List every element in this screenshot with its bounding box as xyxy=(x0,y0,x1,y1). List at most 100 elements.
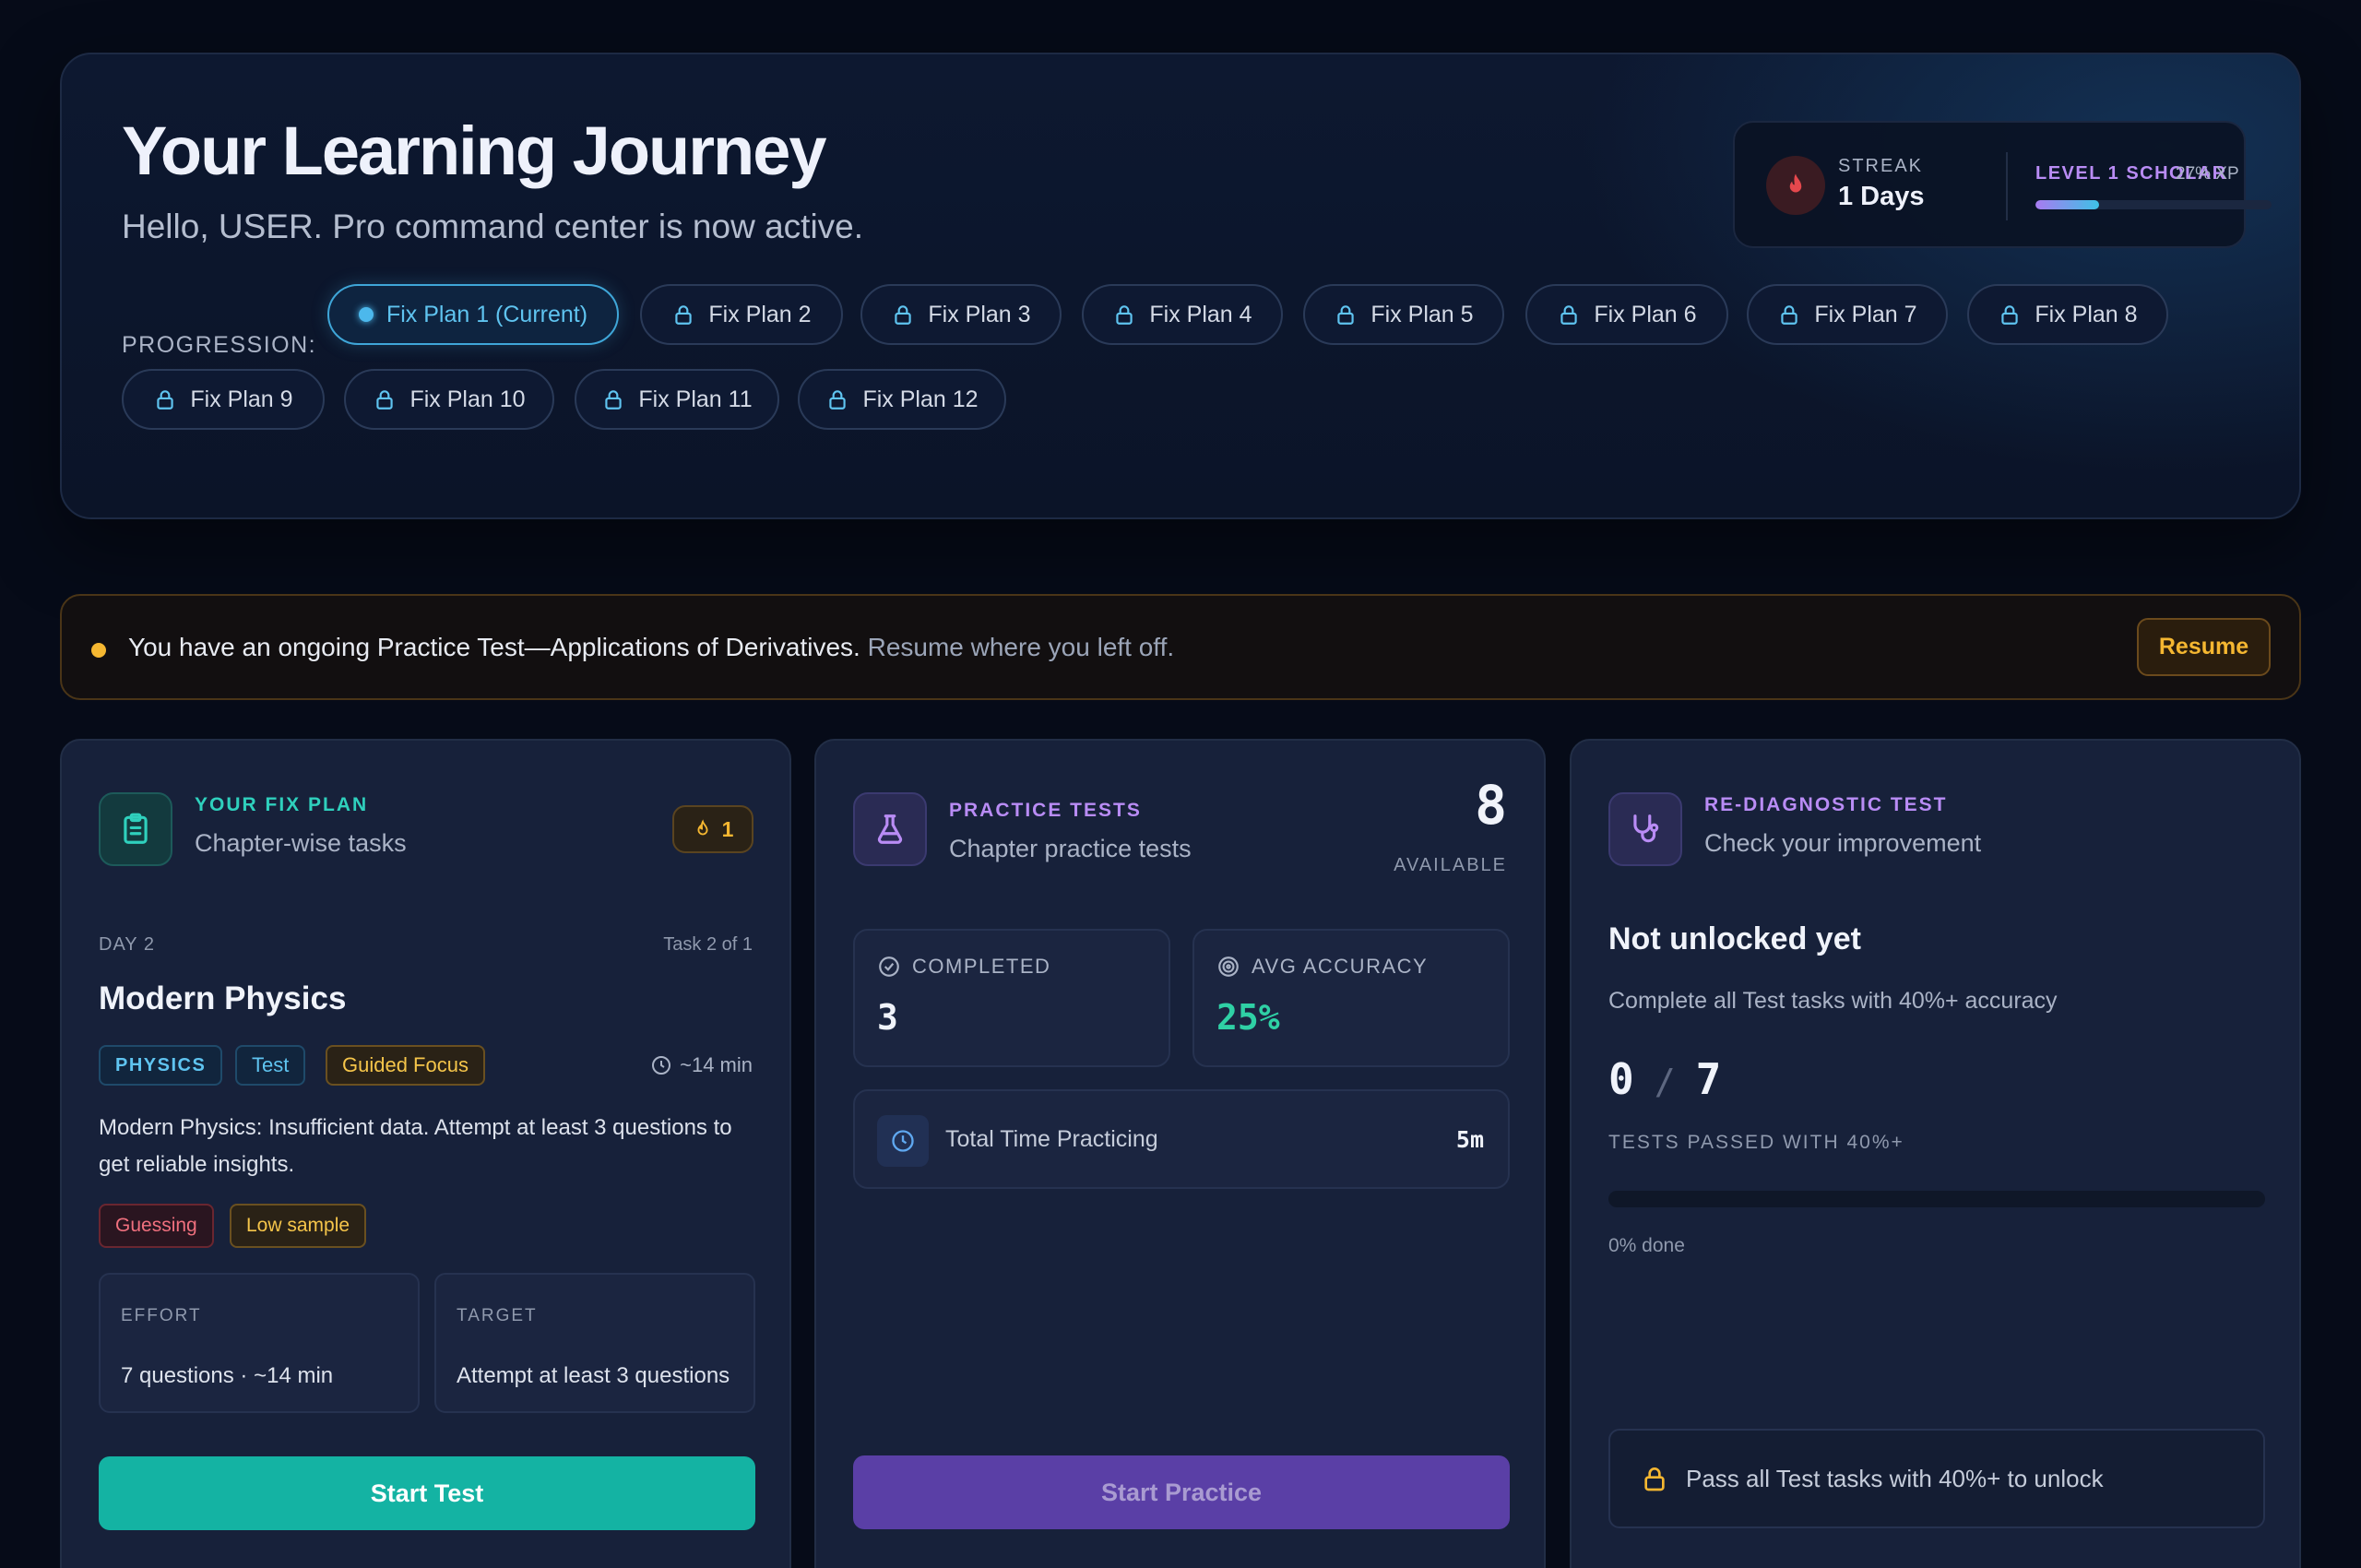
card-subtitle: Chapter-wise tasks xyxy=(195,829,407,857)
plan-pill-11[interactable]: Fix Plan 11 xyxy=(575,369,779,430)
accuracy-header: AVG ACCURACY xyxy=(1216,955,1428,979)
passed-label: TESTS PASSED WITH 40%+ xyxy=(1608,1132,1904,1153)
lock-icon xyxy=(601,387,625,411)
ongoing-test-banner: You have an ongoing Practice Test—Applic… xyxy=(60,594,2301,700)
effort-box: EFFORT 7 questions · ~14 min xyxy=(99,1273,420,1413)
status-subtitle: Complete all Test tasks with 40%+ accura… xyxy=(1608,988,2058,1014)
unlock-requirement: Pass all Test tasks with 40%+ to unlock xyxy=(1608,1429,2265,1528)
lock-icon xyxy=(1998,303,2022,327)
start-practice-button[interactable]: Start Practice xyxy=(853,1455,1510,1529)
time-value: 5m xyxy=(1455,1126,1484,1153)
lock-icon xyxy=(1334,303,1358,327)
start-test-button[interactable]: Start Test xyxy=(99,1456,755,1530)
badge-count-value: 1 xyxy=(721,816,734,841)
plan-pill-1[interactable]: Fix Plan 1 (Current) xyxy=(327,284,619,345)
streak-label: STREAK xyxy=(1838,156,1924,176)
hero-panel: Your Learning Journey Hello, USER. Pro c… xyxy=(60,53,2301,519)
card-subtitle: Chapter practice tests xyxy=(949,835,1192,862)
plan-pill-label: Fix Plan 2 xyxy=(708,301,812,327)
guessing-flag: Guessing xyxy=(99,1204,214,1248)
type-chip: Test xyxy=(235,1045,306,1086)
clock-icon xyxy=(877,1115,929,1167)
total-count: 7 xyxy=(1695,1054,1722,1104)
card-kicker: YOUR FIX PLAN xyxy=(195,794,369,815)
passed-count: 0 xyxy=(1608,1054,1634,1104)
plan-pill-label: Fix Plan 8 xyxy=(2035,301,2138,327)
card-kicker: RE-DIAGNOSTIC TEST xyxy=(1704,794,1948,815)
status-title: Not unlocked yet xyxy=(1608,921,1861,956)
xp-label: 27% XP xyxy=(2176,164,2239,184)
plan-pill-label: Fix Plan 12 xyxy=(862,386,979,412)
clipboard-icon xyxy=(99,792,172,866)
plan-pill-label: Fix Plan 4 xyxy=(1149,301,1252,327)
target-label: TARGET xyxy=(457,1306,538,1325)
plan-pill-9[interactable]: Fix Plan 9 xyxy=(122,369,325,430)
time-estimate: ~14 min xyxy=(650,1053,753,1077)
streak-level-panel: STREAK 1 Days LEVEL 1 SCHOLAR 27% XP xyxy=(1733,121,2272,248)
target-box: TARGET Attempt at least 3 questions to u… xyxy=(434,1273,755,1413)
plan-pill-label: Fix Plan 6 xyxy=(1594,301,1697,327)
progression-label: PROGRESSION: xyxy=(122,332,317,358)
plan-pill-7[interactable]: Fix Plan 7 xyxy=(1747,284,1948,345)
task-description: Modern Physics: Insufficient data. Attem… xyxy=(99,1115,732,1177)
progress-bar xyxy=(1608,1191,2265,1207)
low-sample-flag: Low sample xyxy=(230,1204,367,1248)
target-icon xyxy=(1218,956,1239,977)
practice-time-row: Total Time Practicing 5m xyxy=(853,1089,1510,1189)
accuracy-label: AVG ACCURACY xyxy=(1252,955,1429,978)
plan-pill-12[interactable]: Fix Plan 12 xyxy=(798,369,1006,430)
plan-pill-2[interactable]: Fix Plan 2 xyxy=(640,284,843,345)
banner-message: You have an ongoing Practice Test—Applic… xyxy=(128,633,1174,662)
completed-stat: COMPLETED 3 xyxy=(853,929,1170,1067)
practice-tests-card: PRACTICE TESTS Chapter practice tests 8 … xyxy=(814,739,1546,1568)
clock-icon xyxy=(652,1056,671,1075)
plan-pill-8[interactable]: Fix Plan 8 xyxy=(1967,284,2168,345)
stethoscope-icon xyxy=(1608,792,1682,866)
streak-value: 1 Days xyxy=(1838,182,1925,211)
plan-pill-label: Fix Plan 7 xyxy=(1814,301,1917,327)
task-count-badge: 1 xyxy=(672,805,753,853)
time-estimate-value: ~14 min xyxy=(680,1053,753,1076)
accuracy-value: 25% xyxy=(1216,997,1280,1038)
available-count: 8 xyxy=(1475,774,1507,837)
page-title: Your Learning Journey xyxy=(122,113,827,189)
check-circle-icon xyxy=(879,956,899,977)
score-slash: / xyxy=(1654,1062,1676,1102)
available-label: AVAILABLE xyxy=(1394,855,1507,875)
plan-pill-3[interactable]: Fix Plan 3 xyxy=(860,284,1062,345)
status-dot xyxy=(91,643,106,658)
rediagnostic-card: RE-DIAGNOSTIC TEST Check your improvemen… xyxy=(1570,739,2301,1568)
unlock-text: Pass all Test tasks with 40%+ to unlock xyxy=(1686,1464,2104,1492)
welcome-subtitle: Hello, USER. Pro command center is now a… xyxy=(122,208,864,245)
completed-value: 3 xyxy=(877,997,898,1038)
card-subtitle: Check your improvement xyxy=(1704,829,1982,857)
day-label: DAY 2 xyxy=(99,934,155,955)
divider xyxy=(2006,152,2008,220)
plan-pill-4[interactable]: Fix Plan 4 xyxy=(1082,284,1283,345)
xp-progress-bar xyxy=(2035,200,2272,209)
lock-icon xyxy=(373,387,397,411)
banner-text: You have an ongoing Practice Test—Applic… xyxy=(128,633,860,661)
lock-icon xyxy=(1112,303,1136,327)
flame-icon xyxy=(697,819,708,836)
mode-chip: Guided Focus xyxy=(326,1045,485,1086)
plan-pill-6[interactable]: Fix Plan 6 xyxy=(1525,284,1728,345)
plan-pill-label: Fix Plan 3 xyxy=(928,301,1031,327)
plan-pill-5[interactable]: Fix Plan 5 xyxy=(1303,284,1504,345)
lock-icon xyxy=(1644,1467,1665,1491)
task-title: Modern Physics xyxy=(99,980,347,1016)
plan-pill-label: Fix Plan 5 xyxy=(1370,301,1474,327)
effort-value: 7 questions · ~14 min xyxy=(121,1363,334,1388)
target-value: Attempt at least 3 questions to unlock a xyxy=(457,1363,730,1388)
lock-icon xyxy=(1777,303,1801,327)
plan-pill-10[interactable]: Fix Plan 10 xyxy=(344,369,554,430)
lock-icon xyxy=(153,387,177,411)
card-kicker: PRACTICE TESTS xyxy=(949,800,1142,821)
fix-plan-card: YOUR FIX PLAN Chapter-wise tasks 1 DAY 2… xyxy=(60,739,791,1568)
lock-icon xyxy=(671,303,695,327)
plan-pill-label: Fix Plan 11 xyxy=(638,386,753,412)
flame-icon xyxy=(1766,156,1825,215)
lock-icon xyxy=(1557,303,1581,327)
plan-pill-label: Fix Plan 1 (Current) xyxy=(386,301,588,327)
resume-button[interactable]: Resume xyxy=(2137,618,2271,676)
